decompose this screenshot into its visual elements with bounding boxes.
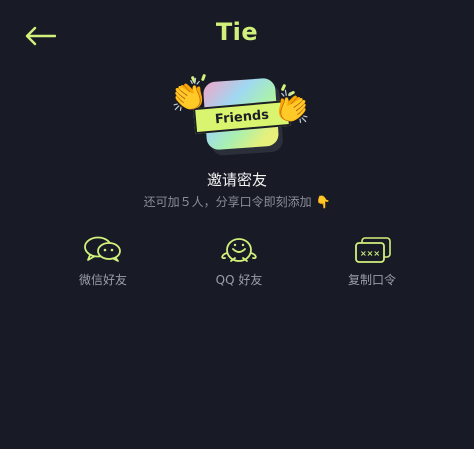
clapping-hand-icon: 👏 xyxy=(271,88,315,129)
copy-code-button[interactable]: ××× 复制口令 xyxy=(322,236,422,296)
copy-code-label: 复制口令 xyxy=(347,273,396,287)
page-title: Tie xyxy=(215,18,259,46)
share-qq-label: QQ 好友 xyxy=(215,273,263,287)
header: Tie xyxy=(0,0,474,70)
pointing-down-icon: 👇 xyxy=(315,195,331,209)
invite-subtitle-text: 还可加５人，分享口令即刻添加 xyxy=(143,195,312,209)
qq-icon xyxy=(221,238,257,262)
share-qq-button[interactable]: QQ 好友 xyxy=(189,236,289,296)
wechat-icon xyxy=(84,236,121,262)
friends-ribbon-label: Friends xyxy=(214,107,270,127)
share-wechat-button[interactable]: 微信好友 xyxy=(53,236,153,296)
clapping-hand-icon: 👏 xyxy=(167,76,211,117)
invite-title: 邀请密友 xyxy=(206,171,267,189)
share-options: 微信好友 QQ 好友 ××× 复制口令 xyxy=(0,236,474,296)
svg-text:×××: ××× xyxy=(360,249,380,258)
friends-illustration: Friends 👏 👏 xyxy=(167,70,314,160)
share-wechat-label: 微信好友 xyxy=(78,273,127,287)
invite-subtitle: 还可加５人，分享口令即刻添加 👇 xyxy=(0,193,474,210)
copy-code-icon: ××× xyxy=(355,237,391,263)
